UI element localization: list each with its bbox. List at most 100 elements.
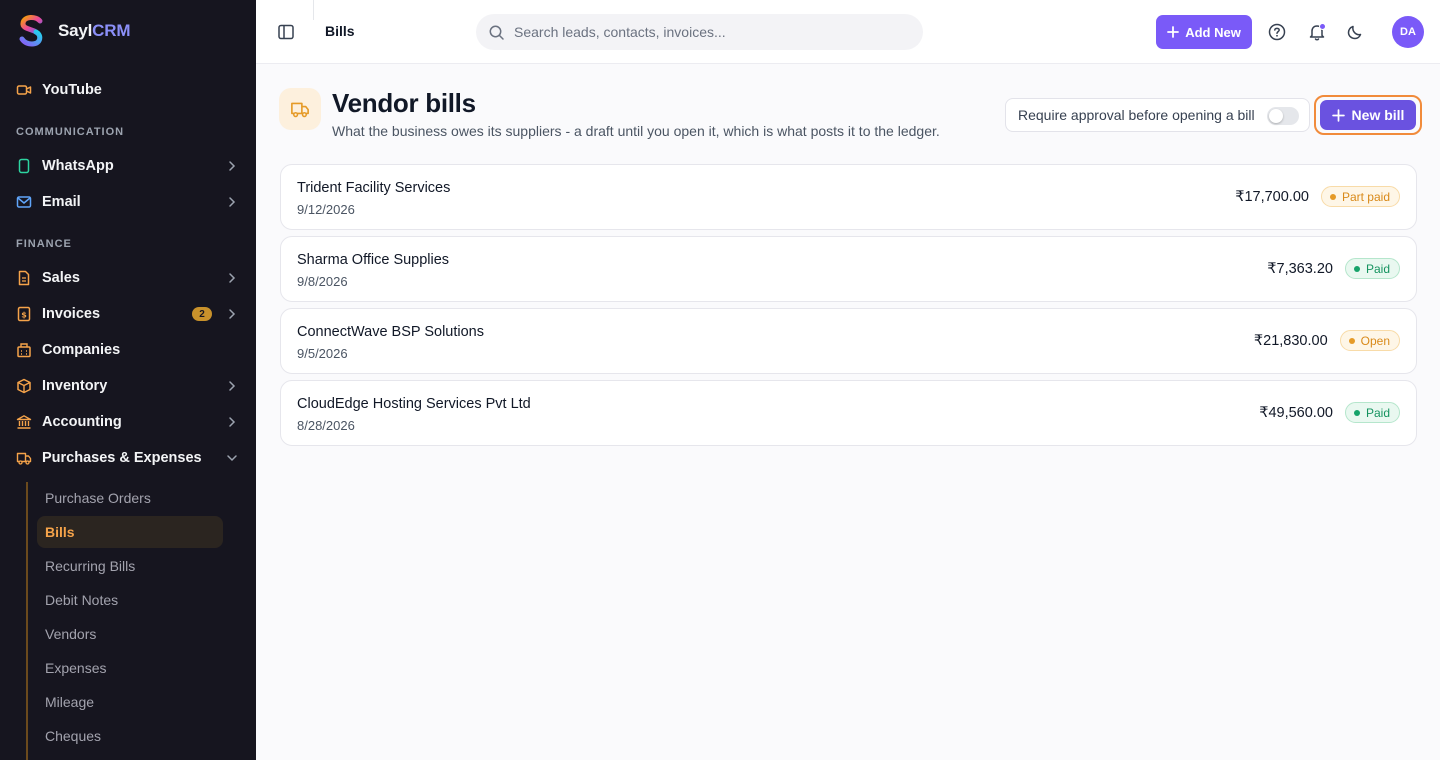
section-label-communication: COMMUNICATION [16, 126, 125, 138]
approval-setting: Require approval before opening a bill [1005, 98, 1310, 132]
building-icon [16, 342, 32, 358]
sidebar-item-inventory[interactable]: Inventory [16, 372, 240, 400]
sidebar-subitem-expenses[interactable]: Expenses [45, 658, 106, 678]
sidebar-subitem-bills[interactable]: Bills [45, 522, 75, 542]
vendor-name: Trident Facility Services [297, 180, 451, 196]
search-input[interactable] [514, 24, 904, 40]
chevron-right-icon [229, 161, 236, 171]
sidebar: SaylCRM YouTube COMMUNICATION WhatsApp E… [0, 0, 256, 760]
svg-text:$: $ [21, 311, 27, 320]
bank-icon [16, 414, 32, 430]
sidebar-subitem-recurring-bills[interactable]: Recurring Bills [45, 556, 135, 576]
sidebar-item-label: Purchases & Expenses [42, 450, 202, 466]
status-badge: Open [1339, 330, 1400, 351]
sidebar-item-accounting[interactable]: Accounting [16, 408, 240, 436]
bill-row[interactable]: Sharma Office Supplies 9/8/2026 ₹7,363.2… [280, 236, 1417, 302]
invoices-count-badge: 2 [192, 307, 212, 321]
chevron-right-icon [229, 381, 236, 391]
add-new-button[interactable]: Add New [1156, 15, 1252, 49]
bill-row[interactable]: ConnectWave BSP Solutions 9/5/2026 ₹21,8… [280, 308, 1417, 374]
brand[interactable]: SaylCRM [16, 14, 130, 48]
video-icon [16, 82, 32, 98]
new-bill-label: New bill [1351, 107, 1405, 123]
sidebar-subitem-cheques[interactable]: Cheques [45, 726, 101, 746]
status-dot [1329, 193, 1336, 200]
bill-amount: ₹17,700.00 [1235, 188, 1309, 205]
bill-date: 9/12/2026 [297, 202, 355, 217]
add-new-label: Add New [1185, 24, 1241, 40]
search-icon [489, 25, 504, 40]
bill-amount: ₹21,830.00 [1253, 332, 1328, 349]
bill-amount: ₹49,560.00 [1259, 404, 1333, 421]
status-dot [1353, 409, 1360, 416]
status-badge: Part paid [1320, 186, 1400, 207]
approval-label: Require approval before opening a bill [1018, 107, 1255, 123]
bill-amount: ₹7,363.20 [1267, 260, 1333, 277]
phone-icon [16, 158, 32, 174]
sidebar-item-youtube[interactable]: YouTube [16, 76, 240, 104]
brand-logo-icon [19, 15, 43, 47]
chevron-right-icon [229, 197, 236, 207]
bill-date: 9/5/2026 [297, 346, 348, 361]
vendor-name: Sharma Office Supplies [297, 252, 450, 268]
sidebar-item-label: Inventory [42, 378, 108, 394]
sidebar-item-email[interactable]: Email [16, 188, 240, 216]
global-search[interactable] [476, 14, 923, 50]
status-label: Paid [1365, 405, 1390, 420]
document-icon [16, 270, 32, 286]
avatar[interactable]: DA [1392, 16, 1424, 48]
vendor-name: ConnectWave BSP Solutions [297, 324, 484, 340]
page-icon [279, 88, 321, 130]
sidebar-item-label: Sales [42, 270, 80, 286]
page-title: Vendor bills [332, 88, 476, 118]
bill-date: 9/8/2026 [297, 274, 348, 289]
status-label: Open [1360, 333, 1390, 348]
sidebar-subitem-debit-notes[interactable]: Debit Notes [45, 590, 118, 610]
top-bar: Bills Add New DA [256, 0, 1440, 64]
sidebar-item-label: Companies [42, 342, 121, 358]
status-badge: Paid [1344, 402, 1400, 423]
sidebar-item-whatsapp[interactable]: WhatsApp [16, 152, 240, 180]
help-icon[interactable] [1267, 22, 1287, 42]
sidebar-item-companies[interactable]: Companies [16, 336, 240, 364]
breadcrumb: Bills [325, 23, 355, 39]
toggle-knob [1269, 109, 1283, 123]
sidebar-subitem-mileage[interactable]: Mileage [45, 692, 94, 712]
sidebar-item-label: Accounting [42, 414, 122, 430]
bill-row[interactable]: Trident Facility Services 9/12/2026 ₹17,… [280, 164, 1417, 230]
sidebar-subitem-purchase-orders[interactable]: Purchase Orders [45, 488, 151, 508]
status-dot [1348, 337, 1355, 344]
mail-icon [16, 194, 32, 210]
status-dot [1353, 265, 1360, 272]
status-badge: Paid [1344, 258, 1400, 279]
truck-icon [291, 102, 309, 118]
status-label: Part paid [1341, 189, 1390, 204]
moon-icon[interactable] [1345, 22, 1365, 42]
sidebar-toggle-icon[interactable] [276, 22, 296, 42]
header-divider [313, 0, 314, 20]
bill-date: 8/28/2026 [297, 418, 355, 433]
plus-icon [1331, 108, 1345, 122]
new-bill-button[interactable]: New bill [1320, 100, 1416, 130]
bill-row[interactable]: CloudEdge Hosting Services Pvt Ltd 8/28/… [280, 380, 1417, 446]
invoice-icon: $ [16, 306, 32, 322]
plus-icon [1167, 26, 1180, 38]
package-icon [16, 378, 32, 394]
sidebar-subitem-vendors[interactable]: Vendors [45, 624, 96, 644]
sidebar-item-label: WhatsApp [42, 158, 114, 174]
sidebar-item-label: Email [42, 194, 81, 210]
sidebar-item-invoices[interactable]: $ Invoices 2 [16, 300, 240, 328]
chevron-down-icon [227, 455, 237, 462]
approval-toggle[interactable] [1267, 107, 1299, 125]
sidebar-item-label: Invoices [42, 306, 101, 322]
chevron-right-icon [229, 309, 236, 319]
truck-icon [16, 450, 32, 466]
section-label-finance: FINANCE [16, 238, 72, 250]
sidebar-item-label: YouTube [42, 82, 102, 98]
page-subtitle: What the business owes its suppliers - a… [332, 123, 940, 139]
chevron-right-icon [229, 417, 236, 427]
sidebar-item-sales[interactable]: Sales [16, 264, 240, 292]
chevron-right-icon [229, 273, 236, 283]
notification-dot [1319, 23, 1326, 30]
sidebar-item-purchases-expenses[interactable]: Purchases & Expenses [16, 444, 240, 472]
